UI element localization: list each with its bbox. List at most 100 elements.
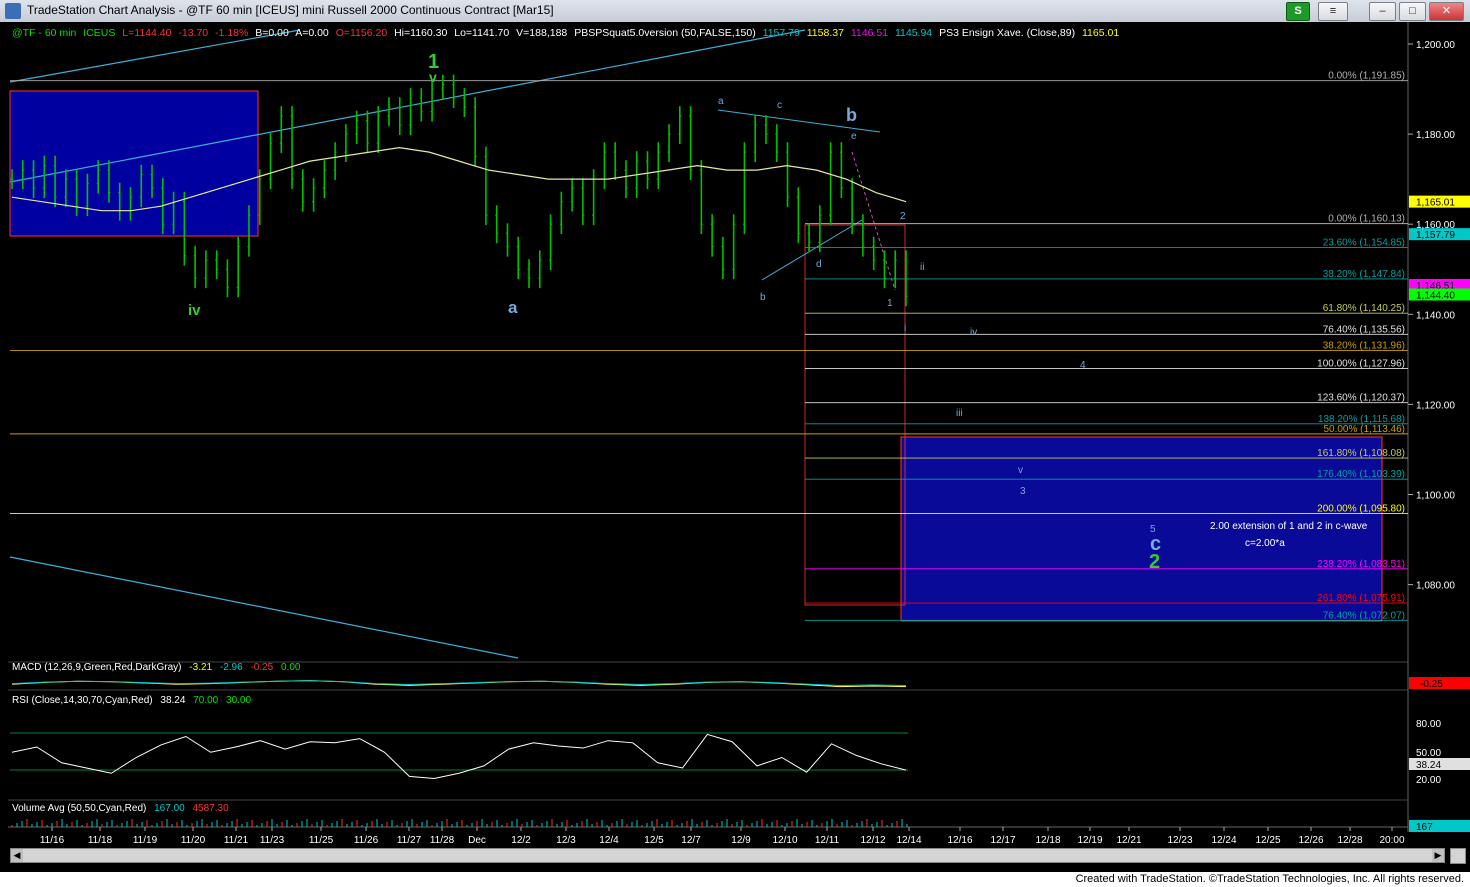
wave-small-2: 2 [900, 211, 906, 222]
x-tick-label: 11/23 [260, 835, 285, 846]
x-tick-label: 12/17 [990, 835, 1015, 846]
wave-small-5: 5 [1150, 524, 1156, 535]
volume-tag-text: 167 [1416, 822, 1433, 833]
study-value-1: 1157.79 [763, 27, 800, 39]
x-tick-label: 12/5 [644, 835, 664, 846]
low-value: Lo=1141.70 [454, 27, 509, 39]
wave-small-e: e [851, 131, 857, 142]
x-tick-label: 11/28 [430, 835, 455, 846]
target-box-left [9, 90, 259, 237]
scroll-left-icon[interactable]: ◀ [11, 849, 23, 862]
x-tick-label: 12/23 [1167, 835, 1192, 846]
zoom-icon[interactable] [1450, 848, 1466, 864]
fib-level-label: 23.60% (1,154.85) [1323, 237, 1405, 248]
wave-small-iii: iii [956, 408, 963, 419]
price-tick-label: 1,140.00 [1416, 310, 1455, 321]
rsi-value-1: 38.24 [160, 695, 185, 706]
fib-level-label: 100.00% (1,127.96) [1317, 359, 1405, 370]
symbol-header: @TF - 60 min ICEUS L=1144.40 -13.70 -1.1… [12, 27, 1119, 39]
open-value: O=1156.20 [336, 27, 388, 39]
fib-level-label: 123.60% (1,120.37) [1317, 393, 1405, 404]
x-tick-label: 12/14 [896, 835, 921, 846]
x-tick-label: 12/28 [1337, 835, 1362, 846]
fib-level-label: 238.20% (1,083.51) [1317, 559, 1405, 570]
s-button[interactable]: S [1286, 2, 1310, 21]
wave-small-ii: ii [920, 262, 924, 273]
menu-icon[interactable]: ≡ [1318, 2, 1348, 21]
price-tag-text: 1,144.40 [1416, 290, 1455, 301]
fib-level-label: 200.00% (1,095.80) [1317, 503, 1405, 514]
fib-level-label: 0.00% (1,160.13) [1328, 214, 1405, 225]
x-tick-label: 20:00 [1379, 835, 1404, 846]
macd-value-4: 0.00 [281, 662, 301, 673]
macd-value-3: -0.25 [250, 662, 273, 673]
wave-small-b: b [760, 292, 766, 303]
fib-level-label: 0.00% (1,191.85) [1328, 71, 1405, 82]
x-tick-label: 11/25 [309, 835, 334, 846]
macd-axis-tag-text: -0.25 [1420, 679, 1443, 690]
fib-level-label: 76.40% (1,135.56) [1323, 324, 1405, 335]
close-icon[interactable]: ✕ [1429, 2, 1464, 21]
macd-header: MACD (12,26,9,Green,Red,DarkGray) -3.21 … [12, 662, 301, 673]
rsi-tick-20: 20.00 [1416, 775, 1441, 786]
x-tick-label: Dec [468, 835, 486, 846]
wave-label-b: b [846, 105, 857, 125]
maximize-icon[interactable]: □ [1399, 2, 1426, 21]
wave-small-i: i [904, 323, 906, 334]
wave-small-a: a [718, 96, 724, 107]
wave-small-4: 4 [1080, 360, 1086, 371]
fib-level-label: 261.80% (1,075.91) [1317, 593, 1405, 604]
wave-small-c: c [777, 100, 782, 111]
exchange-label: ICEUS [83, 27, 115, 39]
study-value-3: 1146.51 [851, 27, 888, 39]
x-tick-label: 11/19 [133, 835, 158, 846]
horizontal-scrollbar[interactable]: ◀ ▶ [10, 848, 1445, 863]
volume-value-1: 167.00 [154, 803, 185, 814]
x-tick-label: 12/24 [1211, 835, 1236, 846]
ask-value: A=0.00 [295, 27, 329, 39]
x-tick-label: 12/12 [860, 835, 885, 846]
scroll-right-icon[interactable]: ▶ [1432, 849, 1444, 862]
x-tick-label: 12/2 [511, 835, 531, 846]
minimize-icon[interactable]: – [1369, 2, 1396, 21]
price-tick-label: 1,180.00 [1416, 130, 1455, 141]
chart-area[interactable]: 0.00% (1,191.85) 0.00% (1,160.13) 23.60% (… [0, 22, 1470, 872]
x-tick-label: 12/19 [1077, 835, 1102, 846]
wave-small-v: v [1018, 465, 1023, 476]
fib-level-label: 76.40% (1,072.07) [1323, 610, 1405, 621]
wave-small-d: d [816, 259, 822, 270]
fib-level-label: 161.80% (1,108.08) [1317, 448, 1405, 459]
footer: Created with TradeStation. ©TradeStation… [0, 872, 1470, 887]
study-value-4: 1145.94 [895, 27, 932, 39]
macd-value-2: -2.96 [220, 662, 243, 673]
x-tick-label: 11/16 [40, 835, 65, 846]
rsi-header: RSI (Close,14,30,70,Cyan,Red) 38.24 70.0… [12, 695, 251, 706]
macd-label: MACD (12,26,9,Green,Red,DarkGray) [12, 662, 182, 673]
rsi-tick-80: 80.00 [1416, 719, 1441, 730]
change-value: -13.70 [178, 27, 208, 39]
volume-value-2: 4587.30 [193, 803, 230, 814]
price-tick-label: 1,100.00 [1416, 491, 1455, 502]
price-tick-label: 1,200.00 [1416, 40, 1455, 51]
x-tick-label: 12/7 [681, 835, 701, 846]
high-value: Hi=1160.30 [394, 27, 447, 39]
x-tick-label: 12/25 [1255, 835, 1280, 846]
price-tick-label: 1,080.00 [1416, 581, 1455, 592]
rsi-value-2: 70.00 [193, 695, 218, 706]
x-tick-label: 12/4 [599, 835, 619, 846]
x-tick-label: 12/10 [772, 835, 797, 846]
x-tick-label: 12/9 [731, 835, 751, 846]
tradestation-app-icon [5, 3, 21, 19]
x-tick-label: 11/20 [181, 835, 206, 846]
fib-level-label: 176.40% (1,103.39) [1317, 469, 1405, 480]
symbol-label: @TF - 60 min [12, 27, 76, 39]
x-tick-label: 11/21 [224, 835, 249, 846]
rsi-label: RSI (Close,14,30,70,Cyan,Red) [12, 695, 153, 706]
x-tick-label: 12/21 [1116, 835, 1141, 846]
wave-label-2: 2 [1149, 551, 1160, 573]
annotation-extension: 2.00 extension of 1 and 2 in c-wave [1210, 521, 1368, 532]
wave-small-1: 1 [887, 298, 893, 309]
x-tick-label: 12/11 [815, 835, 840, 846]
study2-label: PS3 Ensign Xave. (Close,89) [939, 27, 1075, 39]
rsi-tick-50: 50.00 [1416, 748, 1441, 759]
